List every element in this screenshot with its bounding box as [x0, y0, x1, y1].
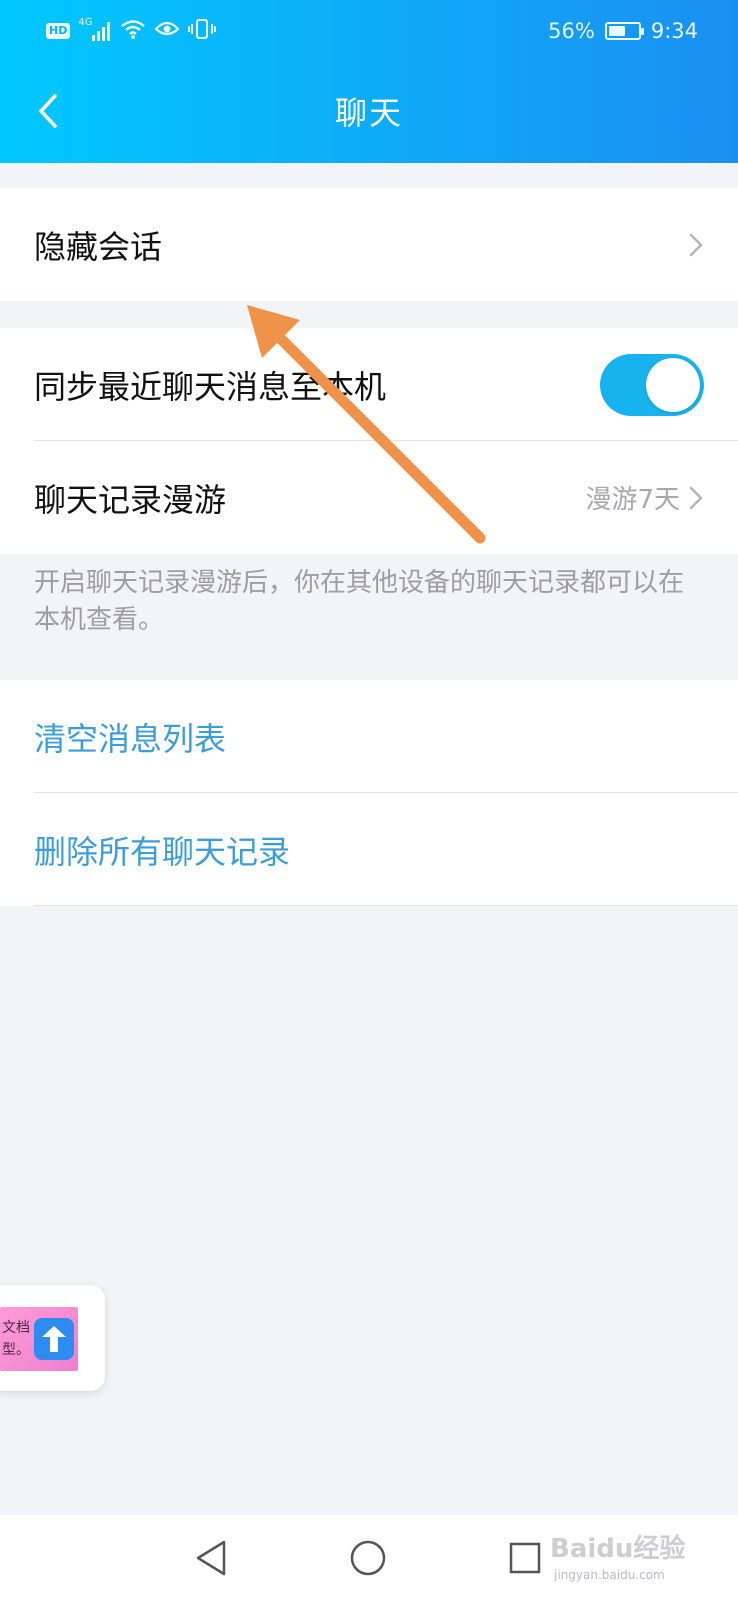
row-right: [688, 188, 704, 301]
clock: 9:34: [650, 19, 698, 43]
battery-icon: [604, 22, 644, 40]
signal-icon: 4G: [78, 17, 112, 43]
clear-message-list-row[interactable]: 清空消息列表: [0, 680, 738, 793]
row-right: 漫游7天: [585, 441, 704, 554]
toggle-knob: [646, 357, 700, 412]
baidu-watermark: Baidu经验 jingyan.baidu.com: [550, 1528, 730, 1584]
chevron-right-icon: [689, 486, 703, 509]
upload-app-icon: [34, 1318, 74, 1360]
clear-message-list-button[interactable]: 清空消息列表: [34, 714, 226, 760]
row-right: [600, 328, 704, 441]
section-hidden: 隐藏会话: [0, 188, 738, 301]
floating-card-line2: 型。: [2, 1342, 30, 1358]
floating-card-banner: 文档 型。: [0, 1307, 78, 1371]
eye-icon: [154, 19, 180, 43]
sync-toggle[interactable]: [600, 353, 704, 416]
divider: [34, 905, 738, 906]
nav-recents-button[interactable]: [502, 1535, 548, 1581]
wifi-icon: [120, 18, 146, 44]
sync-messages-row: 同步最近聊天消息至本机: [0, 328, 738, 441]
delete-all-chats-row[interactable]: 删除所有聊天记录: [0, 793, 738, 906]
roaming-note: 开启聊天记录漫游后，你在其他设备的聊天记录都可以在本机查看。: [34, 568, 685, 635]
nav-home-icon: [350, 1540, 386, 1576]
delete-all-chats-button[interactable]: 删除所有聊天记录: [34, 827, 290, 873]
hidden-conversations-label: 隐藏会话: [34, 227, 163, 266]
floating-card-line1: 文档: [2, 1320, 30, 1336]
nav-back-icon: [196, 1540, 226, 1576]
section-sync: 同步最近聊天消息至本机 聊天记录漫游 漫游7天: [0, 328, 738, 554]
watermark-url: jingyan.baidu.com: [554, 1568, 665, 1582]
vibrate-icon: [188, 18, 217, 44]
watermark-text: Baidu经验: [550, 1534, 686, 1564]
header: HD 4G 56% 9:34 聊天: [0, 0, 738, 163]
floating-ad-card[interactable]: 文档 型。: [0, 1285, 105, 1391]
chat-roaming-label: 聊天记录漫游: [34, 480, 227, 519]
section-actions: 清空消息列表 删除所有聊天记录: [0, 680, 738, 906]
battery-percent: 56%: [548, 19, 595, 43]
nav-home-button[interactable]: [345, 1535, 391, 1581]
chevron-right-icon: [689, 233, 703, 256]
status-left: HD 4G: [46, 17, 217, 45]
status-right: 56% 9:34: [548, 17, 698, 45]
status-bar: HD 4G 56% 9:34: [0, 0, 738, 62]
page-title: 聊天: [334, 94, 403, 132]
hd-badge: HD: [46, 23, 71, 39]
chat-roaming-row[interactable]: 聊天记录漫游 漫游7天: [0, 441, 738, 554]
hidden-conversations-row[interactable]: 隐藏会话: [0, 188, 738, 301]
roaming-value: 漫游7天: [585, 485, 680, 515]
sync-messages-label: 同步最近聊天消息至本机: [34, 367, 387, 406]
nav-recents-icon: [509, 1542, 541, 1574]
nav-back-button[interactable]: [188, 1535, 234, 1581]
floating-card-text: 文档 型。: [2, 1317, 30, 1361]
